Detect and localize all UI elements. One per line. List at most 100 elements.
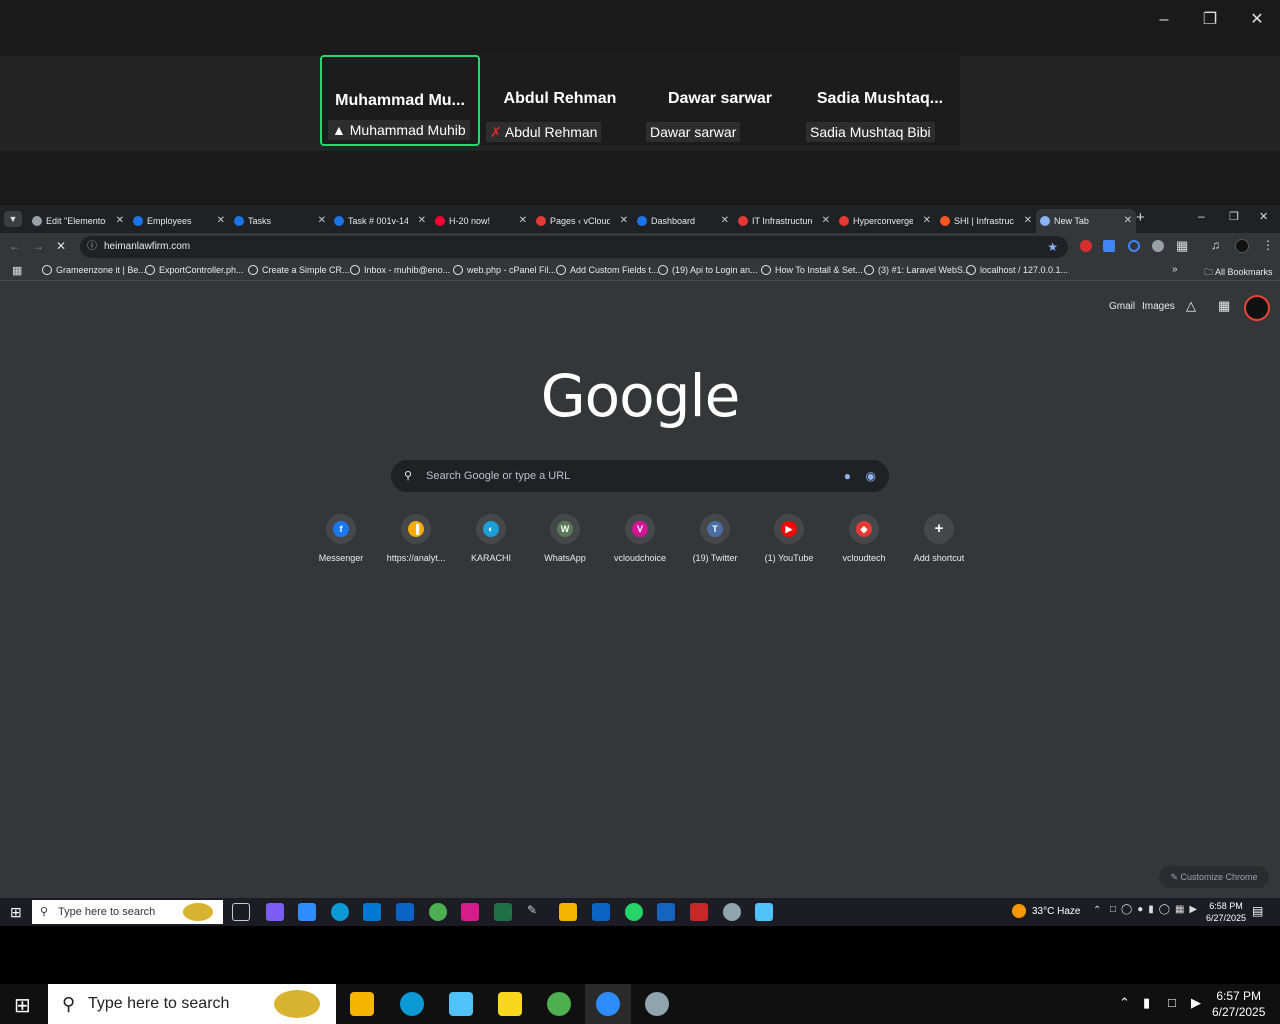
app-icon[interactable] [449, 992, 473, 1016]
windows-start-icon[interactable]: ⊞ [14, 993, 31, 1018]
close-icon[interactable]: ✕ [1239, 6, 1275, 34]
copilot-icon[interactable] [266, 903, 284, 921]
tab-close-icon[interactable]: ✕ [318, 209, 326, 233]
microphone-icon[interactable]: ▮ [1143, 995, 1150, 1011]
zoom-app-icon[interactable] [596, 992, 620, 1016]
labs-flask-icon[interactable]: △ [1186, 298, 1196, 314]
bookmark-item[interactable]: localhost / 127.0.0.1... [966, 265, 1068, 275]
edge-icon[interactable] [400, 992, 424, 1016]
vscode-icon[interactable] [363, 903, 381, 921]
clock[interactable]: 6:58 PM 6/27/2025 [1206, 900, 1246, 924]
chrome-menu-icon[interactable]: ⋮ [1262, 238, 1274, 252]
weather-text[interactable]: 33°C Haze [1032, 906, 1080, 917]
extension-icon[interactable] [1103, 240, 1115, 252]
shortcut-tile[interactable]: W WhatsApp [527, 514, 603, 563]
whatsapp-icon[interactable] [625, 903, 643, 921]
extension-icon[interactable] [1152, 240, 1164, 252]
sticky-notes-icon[interactable] [498, 992, 522, 1016]
browser-tab[interactable]: Edit "Elementor ✕ [28, 209, 128, 233]
browser-tab[interactable]: Hyperconverge ✕ [835, 209, 935, 233]
clock[interactable]: 6:57 PM 6/27/2025 [1212, 988, 1265, 1020]
shortcut-tile[interactable]: ◆ vcloudtech [826, 514, 902, 563]
extension-icon[interactable] [1080, 240, 1092, 252]
minimize-icon[interactable]: – [1146, 6, 1182, 34]
browser-tab[interactable]: New Tab ✕ [1036, 209, 1136, 233]
shortcut-tile[interactable]: ▐ https://analyt... [378, 514, 454, 563]
file-explorer-icon[interactable] [559, 903, 577, 921]
more-bookmarks-icon[interactable]: » [1172, 264, 1178, 275]
browser-tab[interactable]: Task # 001v-14 ✕ [330, 209, 430, 233]
customize-chrome-button[interactable]: ✎ Customize Chrome [1159, 866, 1269, 888]
shortcut-tile[interactable]: ▶ (1) YouTube [751, 514, 827, 563]
file-explorer-icon[interactable] [350, 992, 374, 1016]
shortcut-tile[interactable]: f Messenger [303, 514, 379, 563]
gmail-link[interactable]: Gmail [1109, 301, 1135, 312]
browser-tab[interactable]: IT Infrastructure ✕ [734, 209, 834, 233]
restore-icon[interactable]: ❐ [1229, 210, 1239, 223]
forward-icon[interactable]: → [32, 239, 44, 253]
bookmark-item[interactable]: Grameenzone it | Be... [42, 265, 146, 275]
tab-close-icon[interactable]: ✕ [620, 209, 628, 233]
tab-close-icon[interactable]: ✕ [923, 209, 931, 233]
tab-search-icon[interactable]: ▼ [4, 211, 22, 227]
browser-tab[interactable]: Tasks ✕ [230, 209, 330, 233]
browser-tab[interactable]: H-20 now! ✕ [431, 209, 531, 233]
zoom-app-icon[interactable] [298, 903, 316, 921]
app-icon[interactable] [723, 903, 741, 921]
shortcut-tile[interactable]: T (19) Twitter [677, 514, 753, 563]
app-icon[interactable] [755, 903, 773, 921]
system-tray-icons[interactable]: □◯●▮◯▦▶ [1110, 904, 1202, 915]
media-icon[interactable]: ♫ [1211, 238, 1220, 252]
stop-loading-icon[interactable]: ✕ [56, 239, 66, 253]
taskbar-search-input[interactable]: ⚲ Type here to search [48, 984, 336, 1024]
bookmark-item[interactable]: (3) #1: Laravel WebS... [864, 265, 970, 275]
bookmark-item[interactable]: Add Custom Fields t... [556, 265, 659, 275]
site-info-icon[interactable]: ⓘ [87, 236, 97, 258]
images-link[interactable]: Images [1142, 301, 1175, 312]
apps-grid-icon[interactable]: ▦ [12, 264, 22, 277]
participant-tile[interactable]: Abdul Rehman ✗ Abdul Rehman [480, 55, 640, 146]
tab-close-icon[interactable]: ✕ [116, 209, 124, 233]
new-tab-button[interactable]: + [1136, 209, 1145, 226]
bookmark-item[interactable]: Inbox - muhib@eno... [350, 265, 450, 275]
search-input[interactable]: ⚲ Search Google or type a URL ● ◉ [391, 460, 889, 492]
windows-start-icon[interactable]: ⊞ [10, 904, 22, 921]
profile-avatar[interactable] [1235, 239, 1249, 253]
restore-icon[interactable]: ❐ [1192, 6, 1228, 34]
tab-close-icon[interactable]: ✕ [1124, 209, 1132, 233]
bookmark-star-icon[interactable]: ★ [1047, 236, 1058, 258]
address-bar[interactable]: ⓘ heimanlawfirm.com ★ [80, 236, 1068, 258]
voice-search-icon[interactable]: ● [844, 460, 851, 492]
tab-close-icon[interactable]: ✕ [217, 209, 225, 233]
account-avatar[interactable] [1244, 295, 1270, 321]
add-shortcut-button[interactable]: + Add shortcut [901, 514, 977, 563]
tab-close-icon[interactable]: ✕ [418, 209, 426, 233]
notification-icon[interactable]: ▤ [1252, 904, 1263, 918]
chevron-up-icon[interactable]: ⌃ [1119, 995, 1130, 1011]
browser-tab[interactable]: Dashboard ✕ [633, 209, 733, 233]
app-icon[interactable] [461, 903, 479, 921]
tab-close-icon[interactable]: ✕ [822, 209, 830, 233]
app-icon[interactable] [645, 992, 669, 1016]
volume-icon[interactable]: ▶ [1191, 995, 1201, 1011]
shortcut-tile[interactable]: ◐ KARACHI [453, 514, 529, 563]
tab-close-icon[interactable]: ✕ [1024, 209, 1032, 233]
close-icon[interactable]: ✕ [1259, 210, 1268, 223]
extension-icon[interactable] [1128, 240, 1140, 252]
shortcut-tile[interactable]: Vvcloudchoice [602, 514, 678, 563]
bookmark-item[interactable]: Create a Simple CR... [248, 265, 350, 275]
network-icon[interactable]: □ [1168, 995, 1176, 1010]
all-bookmarks-button[interactable]: 🗀 All Bookmarks [1204, 265, 1273, 281]
participant-tile[interactable]: Dawar sarwar Dawar sarwar [640, 55, 800, 146]
edge-icon[interactable] [331, 903, 349, 921]
tab-close-icon[interactable]: ✕ [519, 209, 527, 233]
taskbar-search-input[interactable]: ⚲ Type here to search [32, 900, 223, 924]
chrome-app-icon[interactable] [547, 992, 571, 1016]
extensions-puzzle-icon[interactable]: ▦ [1176, 238, 1188, 254]
bookmark-item[interactable]: ExportController.ph... [145, 265, 244, 275]
google-apps-icon[interactable]: ▦ [1218, 298, 1230, 314]
weather-icon[interactable] [1012, 904, 1026, 918]
bookmark-item[interactable]: (19) Api to Login an... [658, 265, 758, 275]
chrome-app-icon[interactable] [429, 903, 447, 921]
filezilla-icon[interactable] [690, 903, 708, 921]
